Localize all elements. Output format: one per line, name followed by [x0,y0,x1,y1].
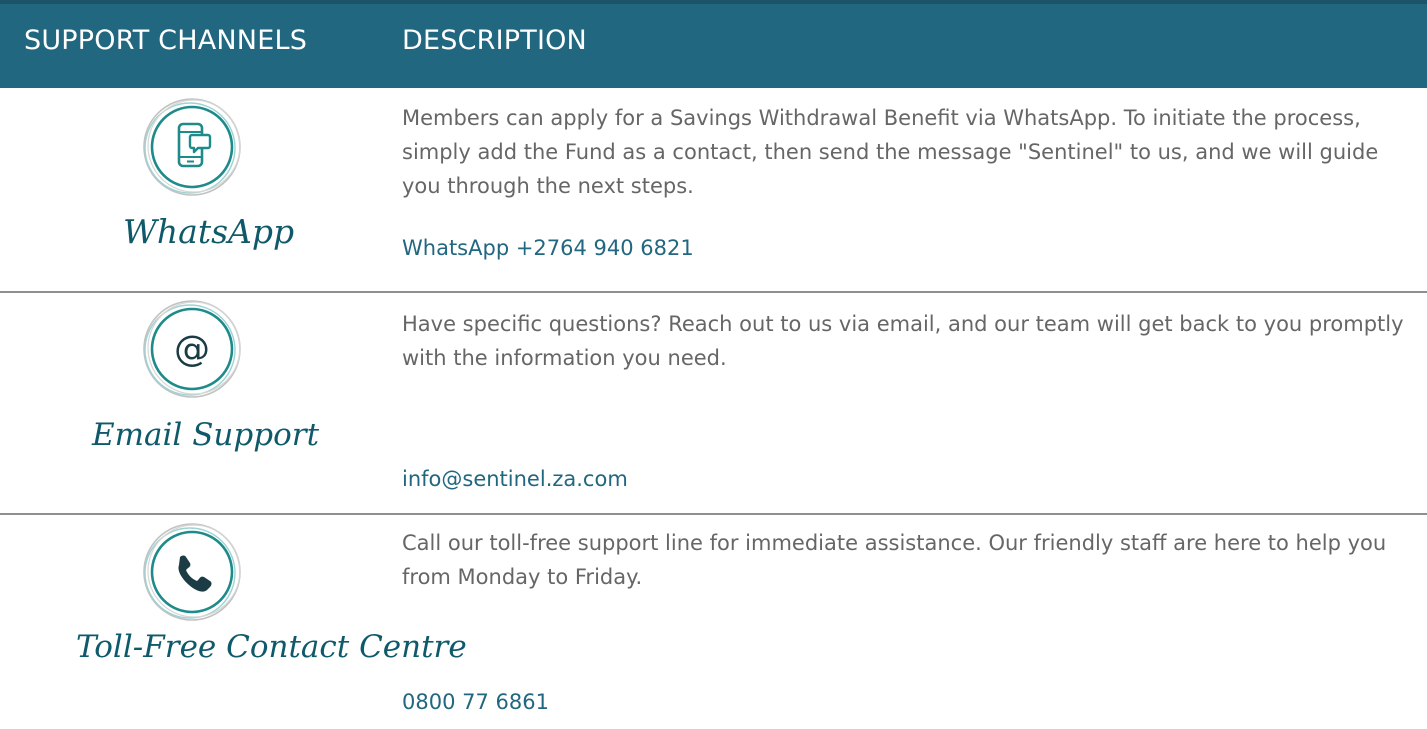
phone-contact-link[interactable]: 0800 77 6861 [402,690,549,714]
svg-text:@: @ [174,329,210,370]
table-row-whatsapp: WhatsApp Members can apply for a Savings… [0,88,1427,292]
email-contact-link[interactable]: info@sentinel.za.com [402,467,628,491]
table-row-phone: Toll-Free Contact Centre Call our toll-f… [0,515,1427,729]
channel-name-whatsapp: WhatsApp [123,212,295,251]
channel-description: Have specific questions? Reach out to us… [402,312,1404,370]
table-header: SUPPORT CHANNELS DESCRIPTION [0,0,1427,88]
header-support-channels: SUPPORT CHANNELS [24,25,308,56]
whatsapp-contact-link[interactable]: WhatsApp +2764 940 6821 [402,236,694,260]
table-row-email: @ Email Support Have specific questions?… [0,293,1427,514]
header-description: DESCRIPTION [402,25,587,56]
support-channels-table: SUPPORT CHANNELS DESCRIPTION WhatsApp Me… [0,0,1427,714]
phone-icon [140,520,244,624]
at-sign-icon: @ [140,297,244,401]
channel-description: Members can apply for a Savings Withdraw… [402,106,1379,198]
smartphone-chat-icon [140,95,244,199]
channel-name-phone: Toll-Free Contact Centre [76,629,467,665]
channel-name-email: Email Support [92,417,320,453]
channel-description: Call our toll-free support line for imme… [402,531,1387,589]
